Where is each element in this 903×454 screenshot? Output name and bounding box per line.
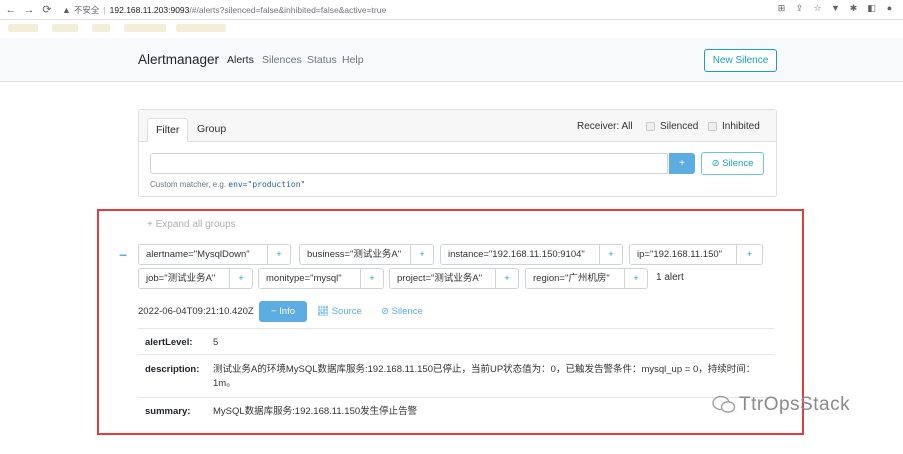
- silence-filter-button[interactable]: ⊘ Silence: [701, 152, 764, 175]
- plus-icon: +: [147, 219, 156, 230]
- warning-icon: ▲: [62, 5, 71, 15]
- address-bar[interactable]: ▲ 不安全 | 192.168.11.203:9093 /#/alerts?si…: [62, 2, 802, 18]
- label-add-button[interactable]: +: [230, 268, 253, 289]
- side-panel-icon[interactable]: ◧: [866, 3, 877, 14]
- back-icon[interactable]: ←: [4, 3, 18, 17]
- label-add-button[interactable]: +: [600, 244, 623, 265]
- tab-group[interactable]: Group: [189, 118, 234, 142]
- expand-all-groups[interactable]: + Expand all groups: [147, 219, 236, 230]
- filter-card: Filter Group Receiver: All Silenced Inhi…: [138, 109, 777, 197]
- chart-icon: 📈︎: [317, 306, 332, 317]
- inhibited-label: Inhibited: [722, 121, 760, 132]
- silence-alert-link[interactable]: ⊘ Silence: [381, 306, 423, 317]
- new-silence-button[interactable]: New Silence: [704, 49, 777, 72]
- annotation-value: MySQL数据库服务:192.168.11.150发生停止告警: [213, 406, 418, 417]
- checkbox-box[interactable]: [646, 122, 655, 131]
- minus-icon: −: [270, 306, 280, 317]
- nav-help[interactable]: Help: [342, 54, 364, 66]
- label-add-button[interactable]: +: [361, 268, 384, 289]
- label-job[interactable]: job="测试业务A": [138, 268, 230, 289]
- silence-slash-icon: ⊘: [711, 158, 723, 169]
- bookmarks-bar: [0, 20, 903, 36]
- matcher-example: env="production": [228, 180, 306, 189]
- profile-icon[interactable]: ●: [884, 3, 895, 14]
- nav-alerts[interactable]: Alerts: [227, 54, 254, 66]
- filter-input[interactable]: [150, 153, 668, 174]
- label-alertname[interactable]: alertname="MysqlDown": [138, 244, 268, 265]
- label-business[interactable]: business="测试业务A": [299, 244, 411, 265]
- label-add-button[interactable]: +: [625, 268, 648, 289]
- tab-filter[interactable]: Filter: [147, 118, 189, 142]
- add-filter-button[interactable]: +: [669, 153, 695, 174]
- app-navbar: Alertmanager Alerts Silences Status Help…: [0, 38, 903, 82]
- matcher-hint: Custom matcher, e.g. env="production": [150, 180, 306, 189]
- label-monitype[interactable]: monitype="mysql": [258, 268, 361, 289]
- annotation-key: alertLevel:: [145, 337, 193, 348]
- silenced-label: Silenced: [660, 121, 699, 132]
- label-add-button[interactable]: +: [268, 244, 291, 265]
- wechat-icon: [712, 395, 736, 413]
- annotation-row: alertLevel: 5: [138, 328, 774, 354]
- receiver-selector[interactable]: Receiver: All: [577, 121, 633, 132]
- checkbox-box[interactable]: [708, 122, 717, 131]
- label-add-button[interactable]: +: [496, 268, 519, 289]
- alert-timestamp: 2022-06-04T09:21:10.420Z: [138, 306, 254, 317]
- extensions-icon[interactable]: ✱: [848, 3, 859, 14]
- inhibited-checkbox[interactable]: Inhibited: [708, 121, 760, 132]
- annotation-key: description:: [145, 364, 200, 375]
- source-link[interactable]: 📈︎ Source: [317, 306, 362, 317]
- annotation-value: 5: [213, 337, 219, 348]
- filter-card-header: Filter Group Receiver: All Silenced Inhi…: [139, 110, 776, 142]
- browser-toolbar: ← → ⟳ ▲ 不安全 | 192.168.11.203:9093 /#/ale…: [0, 0, 903, 20]
- bookmark-star-icon[interactable]: ☆: [812, 3, 823, 14]
- silence-slash-icon: ⊘: [381, 306, 392, 317]
- share-icon[interactable]: ⇪: [794, 3, 805, 14]
- annotation-row: description: 测试业务A的环境MySQL数据库服务:192.168.…: [138, 354, 774, 397]
- alert-count: 1 alert: [656, 272, 684, 283]
- url-path: /#/alerts?silenced=false&inhibited=false…: [189, 5, 387, 15]
- extension-filter-icon[interactable]: ▼: [830, 3, 841, 14]
- silenced-checkbox[interactable]: Silenced: [646, 121, 698, 132]
- url-host: 192.168.11.203:9093: [109, 5, 190, 15]
- label-project[interactable]: project="测试业务A": [389, 268, 496, 289]
- annotation-row: summary: MySQL数据库服务:192.168.11.150发生停止告警: [138, 397, 774, 425]
- reload-icon[interactable]: ⟳: [40, 3, 54, 17]
- info-button[interactable]: − Info: [259, 301, 307, 322]
- brand-title[interactable]: Alertmanager: [138, 52, 219, 67]
- translate-icon[interactable]: ⊞: [776, 3, 787, 14]
- label-add-button[interactable]: +: [737, 244, 763, 265]
- label-add-button[interactable]: +: [411, 244, 434, 265]
- label-instance[interactable]: instance="192.168.11.150:9104": [440, 244, 600, 265]
- label-ip[interactable]: ip="192.168.11.150": [629, 244, 737, 265]
- label-region[interactable]: region="广州机房": [525, 268, 625, 289]
- nav-silences[interactable]: Silences: [262, 54, 302, 66]
- watermark-text: TtrOpsStack: [739, 394, 851, 415]
- collapse-group-icon[interactable]: −: [119, 247, 127, 263]
- insecure-label: 不安全: [73, 5, 100, 15]
- annotation-value: 测试业务A的环境MySQL数据库服务:192.168.11.150已停止，当前U…: [213, 364, 756, 389]
- nav-status[interactable]: Status: [307, 54, 337, 66]
- forward-icon[interactable]: →: [22, 3, 36, 17]
- annotation-key: summary:: [145, 406, 191, 417]
